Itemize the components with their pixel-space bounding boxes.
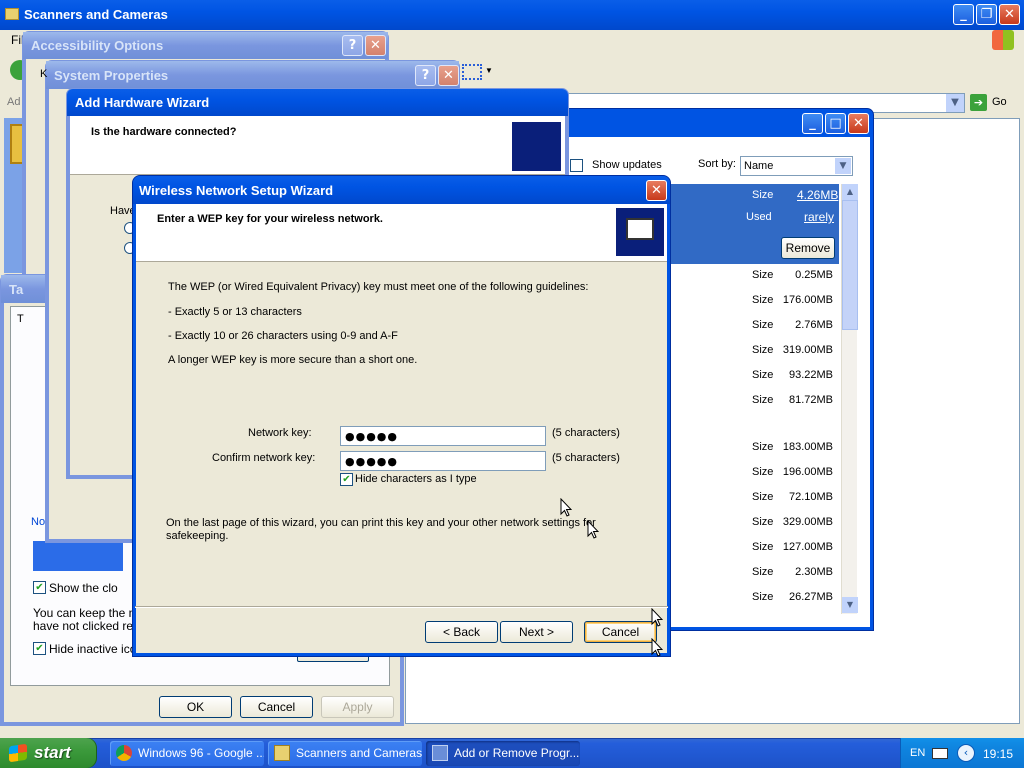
minimize-button[interactable]: _: [953, 4, 974, 25]
language-indicator[interactable]: EN: [910, 747, 925, 759]
keyboard-icon[interactable]: [932, 748, 948, 759]
wireless-close-button[interactable]: ✕: [646, 180, 667, 201]
back-button[interactable]: < Back: [425, 621, 498, 643]
wireless-titlebar[interactable]: Wireless Network Setup Wizard: [133, 176, 670, 204]
footer-line-1: On the last page of this wizard, you can…: [166, 517, 596, 529]
system-tab-fragment[interactable]: K: [40, 68, 47, 80]
wizard-divider: [135, 606, 668, 608]
taskbar-props-tab[interactable]: T: [17, 313, 24, 325]
ar-close-button[interactable]: ✕: [848, 113, 869, 134]
restore-button[interactable]: ❐: [976, 4, 997, 25]
system-properties-titlebar[interactable]: System Properties: [46, 61, 459, 89]
chrome-icon: [116, 745, 132, 761]
mouse-cursor-icon: [651, 638, 663, 657]
acc-help-button[interactable]: ?: [342, 35, 363, 56]
footer-line-2: safekeeping.: [166, 530, 229, 542]
show-clock-label: Show the clo: [49, 581, 118, 595]
mouse-cursor-icon: [560, 498, 572, 517]
acc-close-button[interactable]: ✕: [365, 35, 386, 56]
notification-group-label: No: [31, 516, 46, 528]
sys-close-button[interactable]: ✕: [438, 65, 459, 86]
mouse-cursor-icon: [651, 608, 663, 627]
add-hardware-heading: Is the hardware connected?: [91, 126, 237, 138]
windows-flag-icon: [9, 743, 27, 763]
wep-rule-1: - Exactly 5 or 13 characters: [168, 306, 302, 318]
hardware-wizard-icon: [511, 121, 562, 172]
wizard-cancel-button[interactable]: Cancel: [584, 621, 657, 643]
network-key-count: (5 characters): [552, 427, 620, 439]
scanner-icon: [274, 745, 290, 761]
wireless-wizard-window: Wireless Network Setup Wizard ✕: [132, 175, 671, 657]
go-label: Go: [992, 96, 1007, 108]
hide-inactive-label: Hide inactive icon: [49, 642, 144, 656]
taskbar-item-label: Windows 96 - Google ...: [138, 746, 264, 760]
hide-inactive-checkbox[interactable]: ✔: [33, 642, 46, 655]
wireless-title: Wireless Network Setup Wizard: [139, 183, 334, 198]
address-label: Ad: [7, 96, 21, 108]
show-clock-checkbox[interactable]: ✔: [33, 581, 46, 594]
add-hardware-titlebar[interactable]: Add Hardware Wizard: [67, 89, 568, 116]
accessibility-titlebar[interactable]: Accessibility Options: [23, 32, 388, 59]
taskbar-item-label: Scanners and Cameras: [296, 746, 422, 760]
start-button[interactable]: start: [0, 738, 97, 768]
network-key-label: Network key:: [248, 427, 312, 439]
cancel-button[interactable]: Cancel: [240, 696, 313, 718]
scanners-title: Scanners and Cameras: [24, 7, 168, 22]
mouse-cursor-icon: [587, 520, 599, 539]
notification-desc-line2: have not clicked rece: [33, 619, 146, 633]
apply-button[interactable]: Apply: [321, 696, 394, 718]
scanners-titlebar[interactable]: Scanners and Cameras _ ❐ ✕: [0, 0, 1024, 30]
view-menu-icon[interactable]: [462, 64, 482, 80]
add-remove-programs-icon: [432, 745, 448, 761]
taskbar-item-label: Add or Remove Progr...: [454, 746, 580, 760]
clock: 19:15: [983, 747, 1014, 761]
next-button[interactable]: Next >: [500, 621, 573, 643]
ok-button[interactable]: OK: [159, 696, 232, 718]
folder-icon: [5, 8, 19, 20]
start-label: start: [34, 743, 71, 762]
confirm-key-count: (5 characters): [552, 452, 620, 464]
view-chevron-icon: ▼: [485, 66, 493, 75]
taskbar-item-add-remove[interactable]: Add or Remove Progr...: [426, 741, 580, 766]
taskbar-item-scanners[interactable]: Scanners and Cameras: [268, 741, 422, 766]
address-dropdown-button[interactable]: ▼: [946, 94, 964, 112]
ar-minimize-button[interactable]: _: [802, 113, 823, 134]
taskbar-preview: [33, 541, 123, 571]
wep-note: A longer WEP key is more secure than a s…: [168, 354, 418, 366]
sys-help-button[interactable]: ?: [415, 65, 436, 86]
confirm-key-label: Confirm network key:: [212, 452, 316, 464]
network-key-field[interactable]: ●●●●●: [340, 426, 546, 446]
network-wizard-icon: [615, 207, 665, 257]
wireless-heading: Enter a WEP key for your wireless networ…: [157, 213, 383, 225]
go-button[interactable]: ➔ Go: [970, 93, 1010, 113]
go-arrow-icon: ➔: [970, 94, 987, 111]
hide-characters-label: Hide characters as I type: [355, 473, 477, 485]
hide-characters-checkbox[interactable]: ✔: [340, 473, 353, 486]
wep-intro: The WEP (or Wired Equivalent Privacy) ke…: [168, 281, 589, 293]
notification-desc-line1: You can keep the no: [33, 606, 142, 620]
close-button[interactable]: ✕: [999, 4, 1020, 25]
ar-maximize-button[interactable]: □: [825, 113, 846, 134]
taskbar-item-chrome[interactable]: Windows 96 - Google ...: [110, 741, 264, 766]
windows-logo-icon: [992, 30, 1014, 50]
confirm-key-field[interactable]: ●●●●●: [340, 451, 546, 471]
tray-expand-icon[interactable]: ‹: [957, 744, 975, 762]
wep-rule-2: - Exactly 10 or 26 characters using 0-9 …: [168, 330, 398, 342]
